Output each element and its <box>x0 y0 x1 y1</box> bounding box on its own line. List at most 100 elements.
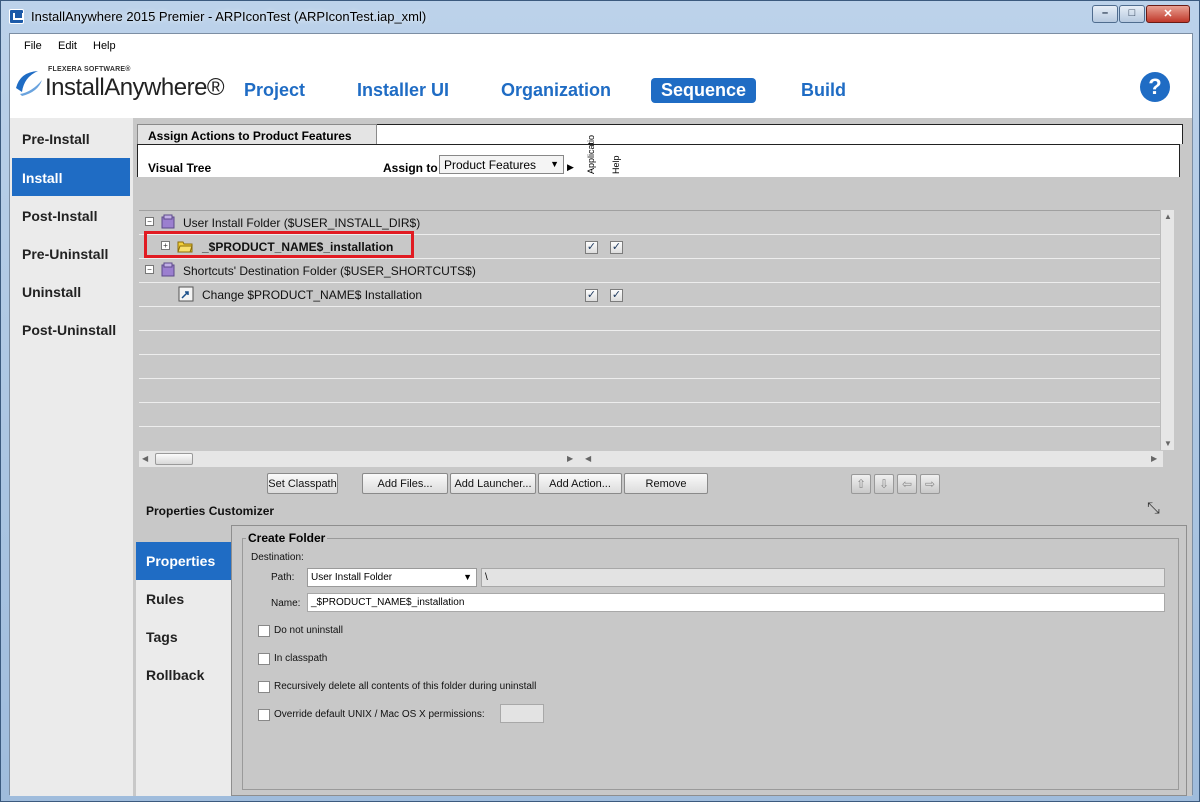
tree-row[interactable]: − Shortcuts' Destination Folder ($USER_S… <box>139 259 1163 283</box>
name-label: Name: <box>271 598 301 609</box>
tab-properties[interactable]: Properties <box>136 542 231 580</box>
add-action-button[interactable]: Add Action... <box>538 473 622 494</box>
collapse-icon[interactable]: − <box>145 265 154 274</box>
move-up-icon[interactable]: ⇧ <box>851 474 871 494</box>
set-classpath-button[interactable]: Set Classpath <box>267 473 338 494</box>
application-checkbox[interactable]: ✓ <box>585 241 598 254</box>
logo-product-text: InstallAnywhere® <box>45 74 225 101</box>
client-area: File Edit Help FLEXERA SOFTWARE® Install… <box>9 33 1193 796</box>
menu-help[interactable]: Help <box>93 40 116 52</box>
assign-to-select[interactable]: Product Features ▼ <box>439 155 564 174</box>
override-permissions-label: Override default UNIX / Mac OS X permiss… <box>274 709 485 720</box>
tab-rollback[interactable]: Rollback <box>136 656 231 694</box>
recursive-delete-checkbox[interactable] <box>258 681 270 693</box>
add-launcher-button[interactable]: Add Launcher... <box>450 473 536 494</box>
do-not-uninstall-checkbox[interactable] <box>258 625 270 637</box>
destination-label: Destination: <box>251 552 304 563</box>
column-scroll-arrow-icon[interactable]: ▶ <box>567 162 574 173</box>
sequence-left-nav: Pre-Install Install Post-Install Pre-Uni… <box>10 118 133 796</box>
scroll-thumb[interactable] <box>155 453 193 465</box>
path-select[interactable]: User Install Folder ▼ <box>307 568 477 587</box>
title-bar: InstallAnywhere 2015 Premier - ARPIconTe… <box>1 1 1199 33</box>
path-value: User Install Folder <box>311 572 393 583</box>
name-field[interactable]: _$PRODUCT_NAME$_installation <box>307 593 1165 612</box>
logo-vendor-text: FLEXERA SOFTWARE® <box>48 66 131 73</box>
collapse-panel-icon[interactable]: ⤡ <box>1147 500 1160 518</box>
maximize-button[interactable]: □ <box>1119 5 1145 23</box>
move-down-icon[interactable]: ⇩ <box>874 474 894 494</box>
tab-organization[interactable]: Organization <box>491 78 621 103</box>
assign-to-label: Assign to <box>383 161 438 175</box>
assign-tabstrip: Assign Actions to Product Features <box>133 118 1192 178</box>
in-classpath-checkbox[interactable] <box>258 653 270 665</box>
maximize-icon: □ <box>1128 7 1136 19</box>
tree-row-label: Change $PRODUCT_NAME$ Installation <box>202 288 423 302</box>
visual-tree-label: Visual Tree <box>148 161 212 175</box>
remove-button[interactable]: Remove <box>624 473 708 494</box>
tree-row-empty <box>139 331 1163 355</box>
assign-tab-panel <box>137 144 1180 177</box>
add-files-button[interactable]: Add Files... <box>362 473 448 494</box>
column-header-help: Help <box>611 155 621 174</box>
tab-tags[interactable]: Tags <box>136 618 231 656</box>
nav-item-install[interactable]: Install <box>12 158 130 196</box>
tab-build[interactable]: Build <box>791 78 856 103</box>
tab-rules[interactable]: Rules <box>136 580 231 618</box>
assign-actions-tab[interactable]: Assign Actions to Product Features <box>137 124 377 144</box>
nav-item-post-install[interactable]: Post-Install <box>12 196 130 234</box>
section-title: Create Folder <box>246 531 328 545</box>
menu-file[interactable]: File <box>24 40 42 52</box>
move-left-icon[interactable]: ⇦ <box>897 474 917 494</box>
menu-edit[interactable]: Edit <box>58 40 77 52</box>
nav-item-uninstall[interactable]: Uninstall <box>12 272 130 310</box>
minimize-button[interactable]: – <box>1092 5 1118 23</box>
close-icon: ✕ <box>1163 8 1173 20</box>
tree-row[interactable]: Change $PRODUCT_NAME$ Installation ✓ ✓ <box>139 283 1163 307</box>
do-not-uninstall-label: Do not uninstall <box>274 625 343 636</box>
application-checkbox[interactable]: ✓ <box>585 289 598 302</box>
close-button[interactable]: ✕ <box>1146 5 1190 23</box>
selection-highlight <box>144 231 414 258</box>
help-checkbox[interactable]: ✓ <box>610 241 623 254</box>
scroll-up-icon[interactable]: ▲ <box>1164 212 1172 221</box>
recursive-delete-label: Recursively delete all contents of this … <box>274 681 537 692</box>
nav-item-post-uninstall[interactable]: Post-Uninstall <box>12 310 130 348</box>
scroll-left-icon[interactable]: ◀ <box>142 454 148 463</box>
nav-item-pre-install[interactable]: Pre-Install <box>12 119 130 157</box>
tree-row-empty <box>139 355 1163 379</box>
scroll-left-icon[interactable]: ◀ <box>585 454 591 463</box>
app-window: InstallAnywhere 2015 Premier - ARPIconTe… <box>0 0 1200 802</box>
tree-row-label: Shortcuts' Destination Folder ($USER_SHO… <box>183 264 476 278</box>
horizontal-scrollbar[interactable]: ◀ ▶ ◀ ▶ <box>139 451 1163 467</box>
path-label: Path: <box>271 572 295 583</box>
folder-group-icon <box>161 262 175 277</box>
tab-project[interactable]: Project <box>234 78 315 103</box>
tree-row-empty <box>139 379 1163 403</box>
tab-installer-ui[interactable]: Installer UI <box>347 78 459 103</box>
installanywhere-logo-icon <box>16 71 42 96</box>
override-permissions-checkbox[interactable] <box>258 709 270 721</box>
properties-panel: Create Folder Destination: Path: User In… <box>231 525 1187 796</box>
app-icon <box>9 9 24 24</box>
scroll-down-icon[interactable]: ▼ <box>1164 439 1172 448</box>
nav-item-pre-uninstall[interactable]: Pre-Uninstall <box>12 234 130 272</box>
move-right-icon[interactable]: ⇨ <box>920 474 940 494</box>
tab-panel-edge <box>377 124 1183 144</box>
help-icon[interactable]: ? <box>1140 72 1170 102</box>
help-checkbox[interactable]: ✓ <box>610 289 623 302</box>
column-header-application: Applicatio <box>586 134 596 174</box>
collapse-icon[interactable]: − <box>145 217 154 226</box>
window-title: InstallAnywhere 2015 Premier - ARPIconTe… <box>31 9 427 24</box>
menu-bar: File Edit Help <box>10 34 1192 58</box>
vertical-scrollbar[interactable]: ▲ ▼ <box>1160 210 1174 450</box>
tab-sequence[interactable]: Sequence <box>651 78 757 103</box>
tree-row-label: User Install Folder ($USER_INSTALL_DIR$) <box>183 216 421 230</box>
scroll-right-icon[interactable]: ▶ <box>1151 454 1157 463</box>
in-classpath-label: In classpath <box>274 653 328 664</box>
permissions-field <box>500 704 544 723</box>
tree-row-empty <box>139 307 1163 331</box>
tree-row-empty <box>139 403 1163 427</box>
header: FLEXERA SOFTWARE® InstallAnywhere® Proje… <box>10 58 1192 118</box>
shortcut-icon <box>178 286 194 302</box>
scroll-right-icon[interactable]: ▶ <box>567 454 573 463</box>
